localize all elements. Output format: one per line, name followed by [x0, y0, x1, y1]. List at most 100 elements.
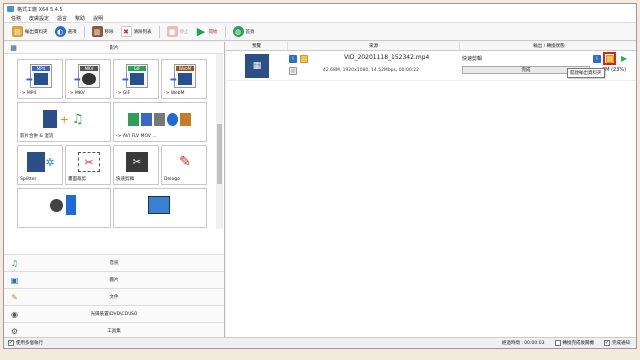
film-strip-icon — [42, 110, 57, 128]
disc-icon — [50, 198, 63, 212]
multithread-option[interactable]: ✓ 使用多個執行 — [8, 340, 43, 346]
app-window: 格式工廠 X64 5.4.5 任務 皮膚設定 語言 幫助 說明 ▤ 輸出資料夾 … — [3, 3, 637, 349]
multithread-checkbox[interactable]: ✓ — [8, 340, 14, 346]
tile-screen-record[interactable] — [113, 188, 207, 228]
reel-icon: ✲ — [45, 155, 55, 169]
remove-button[interactable]: ▥ 移除 — [90, 24, 116, 40]
category-disc[interactable]: ◉ 光碟裝置\DVD\CD\ISO — [4, 305, 224, 322]
splitter-film-icon — [27, 152, 46, 172]
toolbar-separator — [224, 25, 226, 38]
notify-checkbox[interactable]: ✓ — [604, 340, 610, 346]
tile-to-mp4[interactable]: ➡ MP4 -> MP4 — [17, 59, 63, 99]
disc-icon: ◉ — [11, 309, 18, 319]
folder-icon: ▤ — [12, 26, 23, 37]
picture-icon: ▣ — [10, 275, 19, 285]
stop-icon: ■ — [166, 26, 178, 37]
clip-icon[interactable]: ▥ — [289, 67, 297, 75]
output-folder-button[interactable]: ▤ 輸出資料夾 — [10, 24, 50, 40]
tile-to-webm[interactable]: ➡ WebM -> WebM — [161, 59, 207, 99]
column-preview[interactable]: 預覽 — [226, 42, 288, 50]
tile-to-avi-flv-mov[interactable]: -> AVI FLV MOV ... — [113, 102, 207, 142]
category-audio[interactable]: ♫ 音訊 — [4, 254, 224, 271]
tile-to-mkv[interactable]: ➡ MKV -> MKV — [65, 59, 111, 99]
clear-list-button[interactable]: ✖ 清除列表 — [119, 24, 154, 40]
tile-merge-video[interactable]: + ♫ 影片合併 & 混流 — [17, 102, 111, 142]
remove-icon: ▥ — [91, 26, 103, 37]
quicktime-icon — [166, 112, 178, 126]
clear-icon: ✖ — [120, 26, 132, 37]
tile-mobile[interactable] — [17, 188, 111, 228]
gear-icon: ⚙ — [10, 326, 19, 336]
shutdown-option[interactable]: 轉換完成後關機 — [554, 340, 594, 346]
menu-help[interactable]: 幫助 — [75, 15, 85, 22]
eraser-icon: ✎ — [179, 154, 191, 170]
task-row[interactable]: ▦ i ▥ VID_20201118_152342.mp4 42.68M, 19… — [226, 51, 636, 81]
menu-bar: 任務 皮膚設定 語言 幫助 說明 — [4, 14, 636, 23]
screen-icon — [148, 196, 170, 214]
shutdown-checkbox[interactable] — [554, 340, 561, 346]
output-size-percent: 3M (23%) — [602, 67, 627, 73]
gif-file-icon: ➡ GIF — [122, 64, 148, 88]
globe-icon: ◍ — [232, 26, 244, 37]
scrollbar-thumb[interactable] — [217, 124, 222, 184]
options-button[interactable]: ◐ 選項 — [53, 24, 79, 40]
tooltip: 開啟輸出資料夾 — [567, 68, 605, 78]
video-tools-grid: ➡ MP4 -> MP4 ➡ MKV -> MKV ➡ GIF -> GIF ➡ Web… — [4, 54, 224, 229]
folder-icon[interactable] — [300, 55, 308, 63]
source-filename: VID_20201118_152342.mp4 — [344, 54, 430, 61]
title-bar: 格式工廠 X64 5.4.5 — [4, 4, 636, 14]
film-icon: ▦ — [10, 43, 17, 52]
column-source[interactable]: 來源 — [288, 42, 460, 50]
output-info-icon[interactable]: i — [593, 55, 601, 63]
notify-option[interactable]: ✓ 完成通知 — [604, 340, 630, 346]
mp4-file-icon: ➡ MP4 — [26, 64, 52, 88]
toolbar-separator — [83, 25, 85, 38]
scissors-icon: ✂ — [78, 152, 100, 172]
homepage-button[interactable]: ◍ 首頁 — [231, 24, 257, 40]
column-output-status[interactable]: 輸出 / 轉換狀態 — [460, 42, 636, 50]
highlight-box — [603, 52, 616, 65]
options-icon: ◐ — [54, 26, 66, 37]
scrollbar[interactable] — [216, 54, 223, 229]
music-note-icon: ♫ — [71, 111, 84, 127]
menu-language[interactable]: 語言 — [57, 15, 67, 22]
status-bar: ✓ 使用多個執行 經過時間 : 00:00:03 轉換完成後關機 ✓ 完成通知 — [4, 337, 636, 348]
mov-file-icon — [153, 112, 165, 126]
video-category-header[interactable]: ▦ 影片 — [4, 42, 224, 54]
tile-to-gif[interactable]: ➡ GIF -> GIF — [113, 59, 159, 99]
menu-skin[interactable]: 皮膚設定 — [29, 15, 49, 22]
tile-splitter[interactable]: ✲ Splitter — [17, 145, 63, 185]
category-image[interactable]: ▣ 圖片 — [4, 271, 224, 288]
mkv-file-icon: ➡ MKV — [74, 64, 100, 88]
source-info: 42.68M, 1920x1080, 14.52Mbps, 00:00:22 — [323, 68, 419, 73]
video-file-icon — [179, 112, 191, 126]
app-icon — [7, 6, 14, 12]
menu-about[interactable]: 說明 — [93, 15, 103, 22]
tile-quick-clip[interactable]: ✂ 快速剪輯 — [113, 145, 159, 185]
toolbar-separator — [158, 25, 160, 38]
webm-file-icon: ➡ WebM — [170, 64, 196, 88]
window-title: 格式工廠 X64 5.4.5 — [17, 6, 63, 13]
task-table-header: 預覽 來源 輸出 / 轉換狀態 — [226, 42, 636, 51]
output-mode: 快速剪輯 — [462, 56, 483, 62]
tile-delogo[interactable]: ✎ Delogo — [161, 145, 207, 185]
video-thumbnail-icon: ▦ — [245, 54, 269, 78]
play-icon: ▶ — [195, 25, 207, 38]
elapsed-time: 經過時間 : 00:00:03 — [501, 341, 545, 346]
clapper-icon: ✂ — [126, 152, 148, 172]
category-panel: ▦ 影片 ➡ MP4 -> MP4 ➡ MKV -> MKV ➡ GIF -> GIF… — [4, 42, 225, 339]
avi-file-icon — [127, 112, 139, 126]
tile-crop[interactable]: ✂ 畫面裁剪 — [65, 145, 111, 185]
category-document[interactable]: ✎ 文件 — [4, 288, 224, 305]
toolbar: ▤ 輸出資料夾 ◐ 選項 ▥ 移除 ✖ 清除列表 ■ 停止 ▶ 開始 ◍ 首頁 — [4, 23, 636, 41]
menu-task[interactable]: 任務 — [11, 15, 21, 22]
play-icon[interactable]: ▶ — [621, 54, 627, 63]
plus-icon: + — [59, 112, 69, 126]
flv-file-icon — [140, 112, 152, 126]
music-note-icon: ♫ — [10, 258, 19, 268]
info-icon[interactable]: i — [289, 55, 297, 63]
task-list-panel: 預覽 來源 輸出 / 轉換狀態 ▦ i ▥ VID_20201118_15234… — [226, 42, 636, 339]
start-button[interactable]: ▶ 開始 — [194, 24, 220, 40]
document-icon: ✎ — [11, 292, 18, 302]
stop-button[interactable]: ■ 停止 — [165, 24, 191, 40]
